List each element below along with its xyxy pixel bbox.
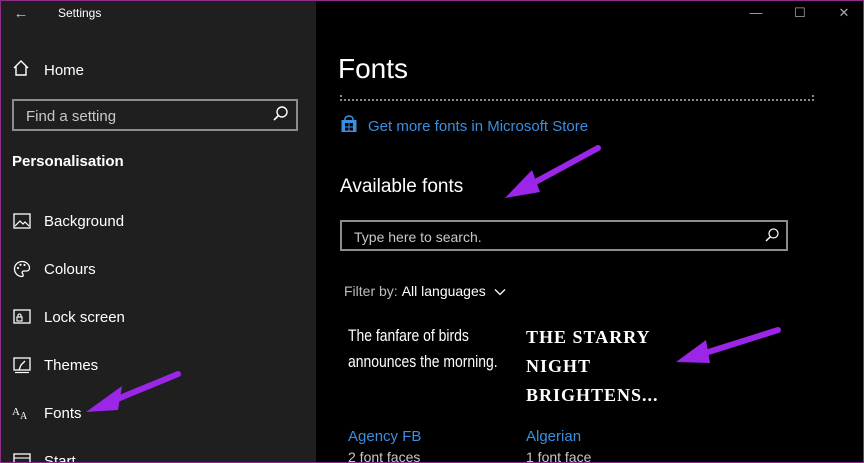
focus-outline-divider xyxy=(340,95,814,101)
palette-icon xyxy=(12,259,32,279)
font-search-box[interactable] xyxy=(340,220,788,251)
sidebar-item-start[interactable]: Start xyxy=(12,450,76,462)
maximize-button[interactable]: ☐ xyxy=(785,3,815,23)
start-icon xyxy=(12,451,32,462)
chevron-down-icon[interactable] xyxy=(494,285,506,297)
home-icon xyxy=(12,59,32,82)
sidebar-item-label: Background xyxy=(44,212,125,230)
main-content: — ☐ ✕ Fonts Get more fonts in Microsoft … xyxy=(316,1,863,462)
search-icon[interactable] xyxy=(764,227,780,243)
store-link[interactable]: Get more fonts in Microsoft Store xyxy=(340,114,589,138)
settings-search-input[interactable] xyxy=(24,106,268,126)
filter-label: Filter by: xyxy=(344,283,398,299)
search-icon[interactable] xyxy=(272,105,290,123)
home-label: Home xyxy=(44,61,85,79)
filter-value[interactable]: All languages xyxy=(402,283,486,299)
themes-icon xyxy=(12,355,32,375)
sidebar-item-label: Fonts xyxy=(44,404,82,422)
font-face-count: 2 font faces xyxy=(348,449,421,462)
sidebar-item-fonts[interactable]: AA Fonts xyxy=(12,402,82,424)
sidebar: ← Settings Home Personalisation Backgrou… xyxy=(1,1,316,462)
store-link-label: Get more fonts in Microsoft Store xyxy=(368,117,589,135)
sidebar-item-colours[interactable]: Colours xyxy=(12,258,96,280)
page-title: Fonts xyxy=(338,53,409,84)
font-search-input[interactable] xyxy=(352,227,756,247)
font-tile-algerian[interactable]: THE STARRY NIGHT BRIGHTENS... Algerian 1… xyxy=(526,323,686,462)
sidebar-item-label: Start xyxy=(44,452,76,463)
font-name[interactable]: Agency FB xyxy=(348,428,421,445)
svg-text:A: A xyxy=(12,406,20,418)
minimize-button[interactable]: — xyxy=(741,3,771,23)
language-filter[interactable]: Filter by: All languages xyxy=(344,281,506,301)
nav-home[interactable]: Home xyxy=(12,59,84,81)
font-name[interactable]: Algerian xyxy=(526,428,581,445)
section-heading-personalisation: Personalisation xyxy=(12,153,124,170)
window-title: Settings xyxy=(58,6,102,20)
close-button[interactable]: ✕ xyxy=(829,3,859,23)
svg-text:A: A xyxy=(20,411,28,421)
sidebar-item-label: Themes xyxy=(44,356,99,374)
back-arrow-icon[interactable]: ← xyxy=(9,3,33,25)
store-bag-icon xyxy=(340,114,358,138)
sidebar-item-background[interactable]: Background xyxy=(12,210,124,232)
fonts-icon: AA xyxy=(12,403,32,423)
font-face-count: 1 font face xyxy=(526,449,592,462)
sidebar-item-lock-screen[interactable]: Lock screen xyxy=(12,306,125,328)
lock-screen-icon xyxy=(12,307,32,327)
font-tile-agency-fb[interactable]: The fanfare of birds announces the morni… xyxy=(348,323,508,462)
picture-icon xyxy=(12,211,32,231)
sidebar-item-label: Colours xyxy=(44,260,96,278)
font-sample: The fanfare of birds announces the morni… xyxy=(348,326,498,371)
font-sample: THE STARRY NIGHT BRIGHTENS... xyxy=(526,327,659,405)
settings-search-box[interactable] xyxy=(12,99,298,131)
sidebar-item-label: Lock screen xyxy=(44,308,125,326)
sidebar-item-themes[interactable]: Themes xyxy=(12,354,98,376)
available-fonts-heading: Available fonts xyxy=(340,176,464,197)
